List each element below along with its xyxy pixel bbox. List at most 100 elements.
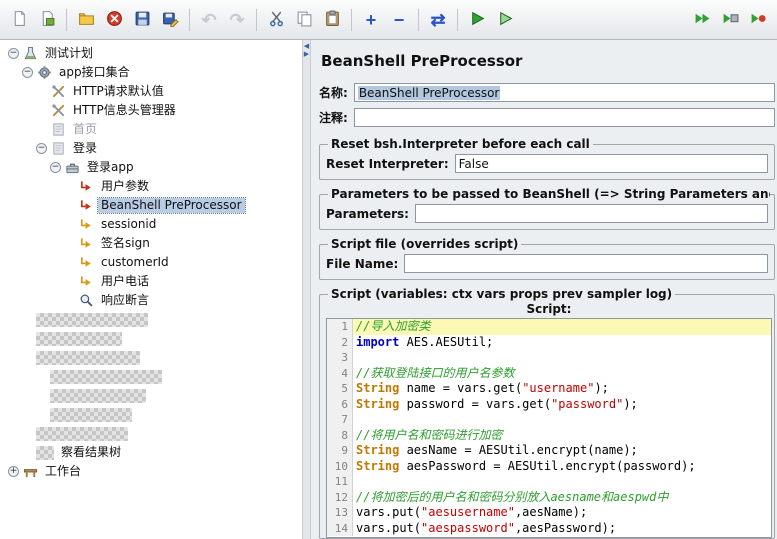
code-line: 8//将用户名和密码进行加密: [327, 427, 771, 443]
tree-item-label: sessionid: [101, 217, 157, 231]
tree-item[interactable]: − 登录: [0, 139, 302, 158]
tree-expand-handle[interactable]: +: [8, 466, 19, 477]
line-number: 7: [327, 412, 353, 428]
tree-item[interactable]: 察看结果树: [0, 443, 302, 462]
remote-start-all-button[interactable]: [689, 7, 715, 33]
undo-button[interactable]: ↶: [196, 7, 222, 33]
start-button[interactable]: [464, 7, 490, 33]
tree-item[interactable]: HTTP请求默认值: [0, 82, 302, 101]
test-plan-flask-icon: [22, 46, 38, 62]
comment-row: 注释:: [319, 108, 775, 127]
tree-item[interactable]: 首页: [0, 120, 302, 139]
tree-item[interactable]: sessionid: [0, 215, 302, 234]
line-number: 4: [327, 365, 353, 381]
censored-blur: [50, 407, 132, 422]
censored-blur: [36, 350, 140, 365]
tree-item-label: 登录: [73, 141, 98, 155]
tree-item-censored[interactable]: [0, 348, 302, 367]
code-line: 2 import AES.AESUtil;: [327, 334, 771, 350]
new-file-button[interactable]: [6, 7, 32, 33]
workbench-icon: [22, 464, 38, 480]
tree-item-censored[interactable]: [0, 405, 302, 424]
cut-button[interactable]: [263, 7, 289, 33]
remote-stop-all-button[interactable]: [717, 7, 743, 33]
name-value-selected-text: BeanShell PreProcessor: [357, 85, 501, 100]
cut-icon: [268, 10, 285, 30]
reset-interpreter-select[interactable]: False: [454, 154, 768, 173]
line-number: 5: [327, 381, 353, 397]
save-as-button[interactable]: [157, 7, 183, 33]
tree-item[interactable]: − app接口集合: [0, 63, 302, 82]
line-number: 11: [327, 474, 353, 490]
start-no-pauses-button[interactable]: [492, 7, 518, 33]
toolbar-separator: [351, 8, 352, 31]
close-file-icon: [106, 10, 123, 30]
tree-expand-handle[interactable]: −: [22, 67, 33, 78]
parameters-section-title: Parameters to be passed to BeanShell (=>…: [331, 187, 770, 201]
toggle-button[interactable]: ⇄: [425, 7, 451, 33]
tree-item[interactable]: 用户电话: [0, 272, 302, 291]
beanshell-preprocessor-panel: BeanShell PreProcessor 名称: BeanShell Pre…: [311, 40, 777, 539]
code-text: vars.put("aespassword",aesPassword);: [356, 520, 617, 535]
tree-item-label: 察看结果树: [61, 445, 122, 459]
tree-item[interactable]: − 登录app: [0, 158, 302, 177]
tree-item-censored[interactable]: [0, 310, 302, 329]
tree-item[interactable]: 用户参数: [0, 177, 302, 196]
remote-stop-all-icon: [722, 10, 739, 30]
code-text: //导入加密类: [353, 319, 771, 335]
tree-item-censored[interactable]: [0, 329, 302, 348]
splitter-expand-right-icon[interactable]: ▶: [304, 51, 309, 58]
tree-item-censored[interactable]: [0, 424, 302, 443]
open-file-button[interactable]: [73, 7, 99, 33]
code-text: //获取登陆接口的用户名参数: [356, 365, 515, 380]
save-button[interactable]: [129, 7, 155, 33]
tree-item[interactable]: + 工作台: [0, 462, 302, 481]
tree-expand-handle[interactable]: −: [50, 162, 61, 173]
templates-button[interactable]: [34, 7, 60, 33]
tree-item-label: 首页: [73, 122, 98, 136]
tree-item[interactable]: HTTP信息头管理器: [0, 101, 302, 120]
parameters-section: Parameters to be passed to BeanShell (=>…: [319, 187, 775, 230]
paste-button[interactable]: [319, 7, 345, 33]
script-label: Script:: [526, 302, 572, 316]
line-number: 6: [327, 396, 353, 412]
script-editor[interactable]: 1//导入加密类 2 import AES.AESUtil; 3 4//获取登陆接口的用…: [326, 318, 772, 538]
tree-item[interactable]: customerId: [0, 253, 302, 272]
splitter-collapse-left-icon[interactable]: ◀: [304, 43, 309, 50]
file-name-input[interactable]: [404, 254, 768, 273]
code-line: 14 vars.put("aespassword",aesPassword);: [327, 520, 771, 536]
name-input[interactable]: BeanShell PreProcessor: [353, 83, 775, 102]
code-line: 10 String aesPassword = AESUtil.encrypt(p…: [327, 458, 771, 474]
comment-input[interactable]: [353, 108, 775, 127]
code-text: String aesPassword = AESUtil.encrypt(pas…: [356, 458, 696, 473]
save-as-icon: [162, 10, 179, 30]
wrench-icon: [50, 84, 66, 100]
tree-item-censored[interactable]: [0, 367, 302, 386]
code-text: import AES.AESUtil;: [356, 334, 494, 349]
panel-splitter[interactable]: ◀ ▶: [302, 40, 311, 539]
tree-item[interactable]: 响应断言: [0, 291, 302, 310]
remote-shutdown-all-button[interactable]: [745, 7, 771, 33]
tree-item[interactable]: BeanShell PreProcessor: [0, 196, 302, 215]
code-text: //将加密后的用户名和密码分别放入aesname和aespwd中: [356, 489, 669, 504]
collapse-all-button[interactable]: −: [386, 7, 412, 33]
tree-item-label: HTTP信息头管理器: [73, 103, 176, 117]
start-icon: [469, 10, 486, 30]
expand-all-button[interactable]: +: [358, 7, 384, 33]
tree-item[interactable]: 签名sign: [0, 234, 302, 253]
tree-expand-handle[interactable]: −: [8, 48, 19, 59]
redo-button[interactable]: ↷: [224, 7, 250, 33]
content-area: − 测试计划 − app接口集合 HTTP请求默认值 HTTP信息头管理器 首页 − 登录 − 登录…: [0, 40, 777, 539]
censored-blur: [36, 426, 128, 441]
line-number: 3: [327, 350, 353, 366]
close-file-button[interactable]: [101, 7, 127, 33]
tree-item-censored[interactable]: [0, 386, 302, 405]
tree-expand-handle[interactable]: −: [36, 143, 47, 154]
toolbar-separator: [256, 8, 257, 31]
parameters-input[interactable]: [414, 204, 768, 223]
code-line: 5 String name = vars.get("username");: [327, 381, 771, 397]
copy-button[interactable]: [291, 7, 317, 33]
reset-interpreter-section: Reset bsh.Interpreter before each call R…: [319, 137, 775, 180]
tree-item[interactable]: − 测试计划: [0, 44, 302, 63]
